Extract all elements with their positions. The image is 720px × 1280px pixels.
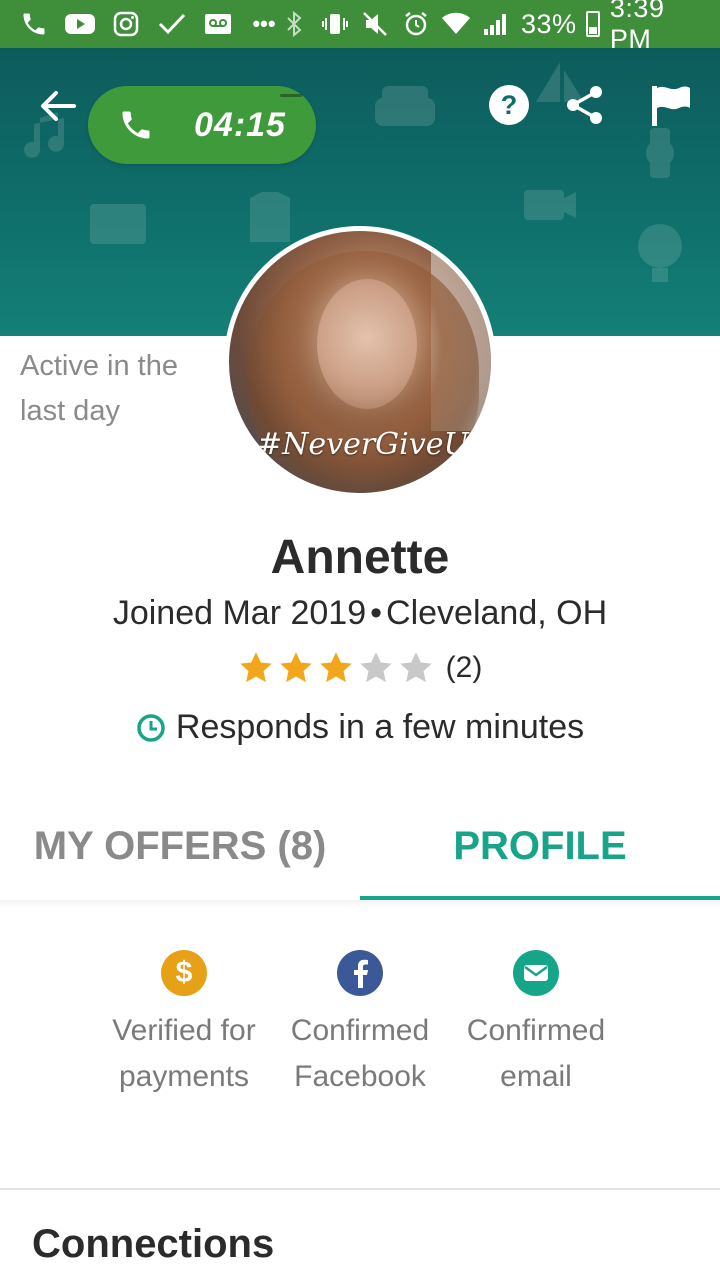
check-icon — [156, 9, 188, 39]
star-filled-icon — [239, 652, 272, 683]
instagram-icon — [110, 9, 142, 39]
more-icon: ••• — [252, 11, 276, 36]
call-pill-handle — [280, 94, 302, 97]
meta-separator: • — [370, 594, 383, 632]
facebook-icon — [337, 950, 383, 996]
activity-status: Active in the last day — [20, 350, 178, 427]
voicemail-icon — [202, 9, 234, 39]
shirt-doodle-icon — [250, 192, 290, 242]
share-button[interactable] — [562, 82, 608, 128]
help-icon: ? — [489, 85, 529, 125]
tab-my-offers[interactable]: MY OFFERS (8) — [0, 790, 360, 902]
flag-icon — [652, 86, 690, 126]
clock: 3:39 PM — [609, 0, 665, 54]
envelope-doodle-icon — [90, 204, 146, 244]
star-filled-icon — [279, 652, 312, 683]
share-icon — [567, 86, 602, 124]
star-filled-icon — [319, 652, 352, 683]
confirmed-facebook-label: Confirmed Facebook — [290, 1014, 430, 1093]
location: Cleveland, OH — [386, 594, 608, 632]
clock-icon — [137, 713, 165, 742]
confirmed-email: Confirmed email — [448, 950, 624, 1100]
youtube-icon — [64, 9, 96, 39]
wifi-icon — [441, 9, 471, 39]
photo-face — [317, 279, 417, 409]
back-button[interactable] — [36, 84, 80, 128]
alarm-icon — [400, 9, 430, 39]
connections-heading: Connections — [32, 1222, 275, 1266]
star-empty-icon — [399, 652, 432, 683]
section-divider — [0, 1188, 720, 1190]
watch-doodle-icon — [646, 128, 674, 178]
status-bar: ••• 33% 3:39 PM — [0, 0, 720, 54]
back-arrow-icon — [41, 91, 76, 121]
vibrate-icon — [320, 9, 350, 39]
response-time-text: Responds in a few minutes — [175, 708, 585, 746]
signal-icon — [481, 9, 511, 39]
profile-tabs: MY OFFERS (8) PROFILE — [0, 790, 720, 902]
rating-count: (2) — [445, 651, 483, 684]
call-timer: 04:15 — [194, 105, 286, 144]
response-time: Responds in a few minutes — [0, 708, 720, 747]
confirmed-facebook: Confirmed Facebook — [272, 950, 448, 1100]
phone-icon — [18, 9, 50, 39]
joined-date: Joined Mar 2019 — [112, 594, 367, 632]
profile-meta: Joined Mar 2019 • Cleveland, OH — [0, 594, 720, 633]
photo-caption: #NeverGiveUp — [257, 427, 488, 462]
camera-doodle-icon — [524, 190, 576, 220]
mute-icon — [360, 9, 390, 39]
rating[interactable]: (2) — [0, 650, 720, 686]
battery-icon — [586, 11, 600, 37]
tab-profile[interactable]: PROFILE — [360, 790, 720, 902]
verified-payments: $ Verified for payments — [96, 950, 272, 1100]
bluetooth-icon — [280, 9, 310, 39]
battery-percent: 33% — [520, 8, 577, 39]
star-empty-icon — [359, 652, 392, 683]
dollar-icon: $ — [161, 950, 207, 996]
sofa-doodle-icon — [375, 86, 435, 126]
confirmed-email-label: Confirmed email — [466, 1014, 606, 1093]
active-call-pill[interactable]: 04:15 — [88, 86, 316, 164]
help-button[interactable]: ? — [486, 82, 532, 128]
profile-photo[interactable]: #NeverGiveUp — [224, 226, 496, 498]
verified-payments-label: Verified for payments — [112, 1014, 256, 1093]
report-button[interactable] — [648, 82, 694, 128]
profile-name: Annette — [270, 531, 450, 584]
svg-text:?: ? — [501, 90, 518, 120]
bulb-doodle-icon — [638, 224, 682, 282]
tab-shadow — [0, 900, 720, 908]
email-icon — [513, 950, 559, 996]
phone-icon — [122, 111, 150, 139]
